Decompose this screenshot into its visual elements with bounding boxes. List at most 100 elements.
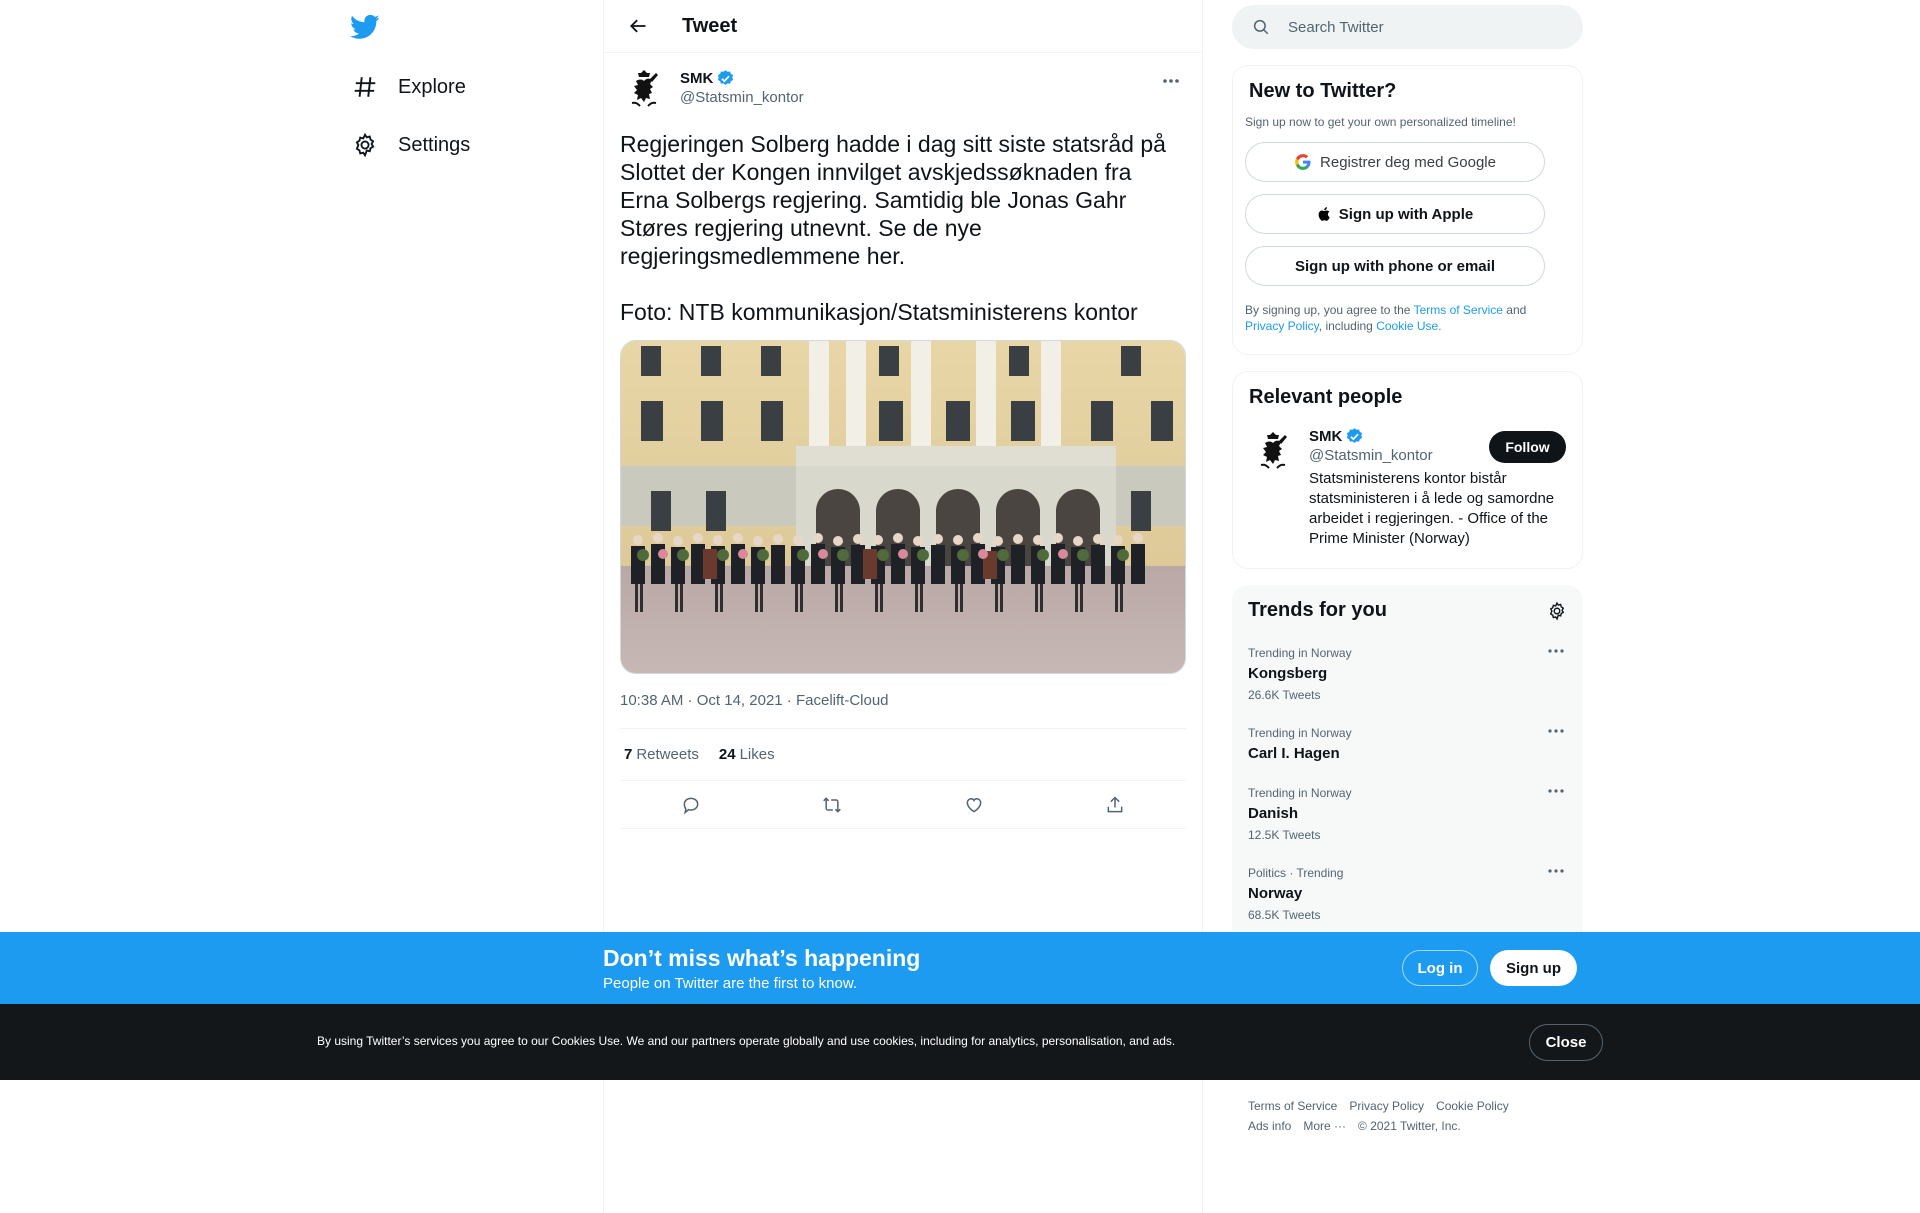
relevant-people-title: Relevant people bbox=[1249, 386, 1403, 408]
trend-name: Kongsberg bbox=[1248, 665, 1328, 682]
like-button[interactable] bbox=[957, 788, 991, 822]
norway-lion-crest-icon bbox=[1260, 432, 1287, 469]
signup-legal-text: By signing up, you agree to the Terms of… bbox=[1245, 302, 1566, 334]
avatar[interactable] bbox=[1249, 427, 1297, 475]
tweet: SMK @Statsmin_kontor Regjeringen Solberg… bbox=[604, 53, 1202, 829]
person-bio: Statsministerens kontor bistår statsmini… bbox=[1309, 470, 1555, 547]
trend-context: Trending in Norway bbox=[1248, 786, 1352, 800]
google-signup-label: Registrer deg med Google bbox=[1320, 153, 1496, 171]
footer-ads-info-link[interactable]: Ads info bbox=[1248, 1119, 1291, 1133]
cookie-consent-bar: By using Twitter’s services you agree to… bbox=[0, 1004, 1920, 1080]
reply-button[interactable] bbox=[674, 788, 708, 822]
cookie-use-link[interactable]: Cookie Use. bbox=[1376, 319, 1441, 333]
signup-button[interactable]: Sign up bbox=[1490, 950, 1577, 986]
retweet-button[interactable] bbox=[815, 788, 849, 822]
author-name: SMK bbox=[680, 70, 714, 87]
google-signup-button[interactable]: Registrer deg med Google bbox=[1245, 142, 1545, 182]
tweet-time[interactable]: 10:38 AM bbox=[620, 692, 683, 709]
footer-more-link[interactable]: More ··· bbox=[1303, 1119, 1346, 1133]
trend-context: Politics · Trending bbox=[1248, 866, 1344, 880]
search-input[interactable] bbox=[1288, 18, 1548, 36]
tweet-metadata: 10:38 AM · Oct 14, 2021 · Facelift-Cloud bbox=[620, 692, 889, 709]
retweets-count: 7 bbox=[624, 746, 633, 763]
more-horizontal-icon[interactable] bbox=[1547, 788, 1567, 806]
signup-promo-bar: Don’t miss what’s happening People on Tw… bbox=[0, 932, 1920, 1004]
verified-badge-icon bbox=[716, 69, 735, 88]
trends-title: Trends for you bbox=[1248, 599, 1387, 621]
reply-icon bbox=[681, 795, 701, 815]
trend-item[interactable]: Trending in Norway Carl I. Hagen bbox=[1248, 726, 1567, 762]
login-button[interactable]: Log in bbox=[1402, 950, 1478, 986]
footer-cookie-link[interactable]: Cookie Policy bbox=[1436, 1099, 1509, 1113]
trend-name: Norway bbox=[1248, 885, 1303, 902]
tweet-more-button[interactable] bbox=[1156, 69, 1186, 93]
likes-stat[interactable]: 24 Likes bbox=[719, 746, 775, 763]
promo-subtitle: People on Twitter are the first to know. bbox=[603, 975, 858, 992]
more-horizontal-icon[interactable] bbox=[1547, 868, 1567, 886]
norway-lion-crest-icon bbox=[631, 70, 658, 107]
footer-terms-link[interactable]: Terms of Service bbox=[1248, 1099, 1337, 1113]
trend-name: Danish bbox=[1248, 805, 1299, 822]
more-horizontal-icon[interactable] bbox=[1547, 648, 1567, 666]
tweet-actions bbox=[620, 781, 1186, 829]
trend-name: Carl I. Hagen bbox=[1248, 745, 1340, 762]
person-name: SMK bbox=[1309, 428, 1343, 445]
avatar[interactable] bbox=[620, 65, 668, 113]
hashtag-icon bbox=[352, 74, 378, 100]
follow-button[interactable]: Follow bbox=[1489, 431, 1566, 463]
tweet-date[interactable]: Oct 14, 2021 bbox=[697, 692, 783, 709]
retweets-label: Retweets bbox=[636, 746, 699, 763]
twitter-logo-icon[interactable] bbox=[350, 12, 380, 42]
signup-card-title: New to Twitter? bbox=[1249, 80, 1397, 102]
copyright: © 2021 Twitter, Inc. bbox=[1358, 1119, 1461, 1133]
tweet-author: SMK @Statsmin_kontor bbox=[620, 65, 1186, 117]
phone-signup-label: Sign up with phone or email bbox=[1294, 257, 1495, 275]
footer-privacy-link[interactable]: Privacy Policy bbox=[1349, 1099, 1424, 1113]
likes-count: 24 bbox=[718, 746, 736, 763]
google-icon bbox=[1294, 153, 1320, 171]
search-icon bbox=[1252, 18, 1270, 36]
heart-icon bbox=[964, 795, 984, 815]
cookie-close-button[interactable]: Close bbox=[1529, 1024, 1603, 1061]
nav-settings-label: Settings bbox=[398, 133, 471, 156]
apple-icon bbox=[1317, 205, 1339, 223]
arrow-left-icon bbox=[628, 16, 648, 36]
trend-item[interactable]: Trending in Norway Danish 12.5K Tweets bbox=[1248, 786, 1567, 842]
relevant-person[interactable]: SMK @Statsmin_kontor Statsministerens ko… bbox=[1249, 427, 1566, 549]
cookie-text: By using Twitter’s services you agree to… bbox=[317, 1034, 1176, 1048]
relevant-people-card: Relevant people SMK @Statsmin_kontor Sta… bbox=[1232, 371, 1583, 569]
nav-settings[interactable]: Settings bbox=[352, 123, 470, 167]
apple-signup-button[interactable]: Sign up with Apple bbox=[1245, 194, 1545, 234]
phone-email-signup-button[interactable]: Sign up with phone or email bbox=[1245, 246, 1545, 286]
signup-card: New to Twitter? Sign up now to get your … bbox=[1232, 65, 1583, 355]
trend-context: Trending in Norway bbox=[1248, 726, 1352, 740]
retweets-stat[interactable]: 7 Retweets bbox=[624, 746, 699, 763]
author-display-name[interactable]: SMK bbox=[680, 69, 804, 88]
legal-and: and bbox=[1506, 303, 1527, 317]
apple-signup-label: Sign up with Apple bbox=[1338, 205, 1474, 223]
nav-explore[interactable]: Explore bbox=[352, 65, 466, 109]
trend-context: Trending in Norway bbox=[1248, 646, 1352, 660]
nav-explore-label: Explore bbox=[398, 75, 466, 98]
verified-badge-icon bbox=[1345, 427, 1364, 446]
author-handle[interactable]: @Statsmin_kontor bbox=[680, 89, 804, 106]
share-button[interactable] bbox=[1098, 788, 1132, 822]
trend-item[interactable]: Politics · Trending Norway 68.5K Tweets bbox=[1248, 866, 1567, 922]
privacy-policy-link[interactable]: Privacy Policy bbox=[1245, 319, 1319, 333]
trend-item[interactable]: Trending in Norway Kongsberg 26.6K Tweet… bbox=[1248, 646, 1567, 702]
trend-count: 68.5K Tweets bbox=[1248, 908, 1321, 922]
tweet-stats: 7 Retweets 24 Likes bbox=[620, 728, 1186, 781]
footer-links: Terms of Service Privacy Policy Cookie Pol… bbox=[1248, 1096, 1578, 1136]
trends-settings-gear-icon[interactable] bbox=[1547, 601, 1567, 621]
trend-count: 12.5K Tweets bbox=[1248, 828, 1321, 842]
back-button[interactable] bbox=[620, 8, 656, 44]
terms-of-service-link[interactable]: Terms of Service bbox=[1414, 303, 1503, 317]
tweet-source[interactable]: Facelift-Cloud bbox=[796, 692, 889, 709]
tweet-page-header: Tweet bbox=[604, 0, 1202, 53]
tweet-photo[interactable] bbox=[620, 340, 1186, 674]
more-horizontal-icon[interactable] bbox=[1547, 728, 1567, 746]
legal-prefix: By signing up, you agree to the bbox=[1245, 303, 1411, 317]
search-box[interactable] bbox=[1232, 5, 1583, 49]
promo-title: Don’t miss what’s happening bbox=[603, 945, 921, 971]
tweet-text: Regjeringen Solberg hadde i dag sitt sis… bbox=[620, 131, 1166, 325]
